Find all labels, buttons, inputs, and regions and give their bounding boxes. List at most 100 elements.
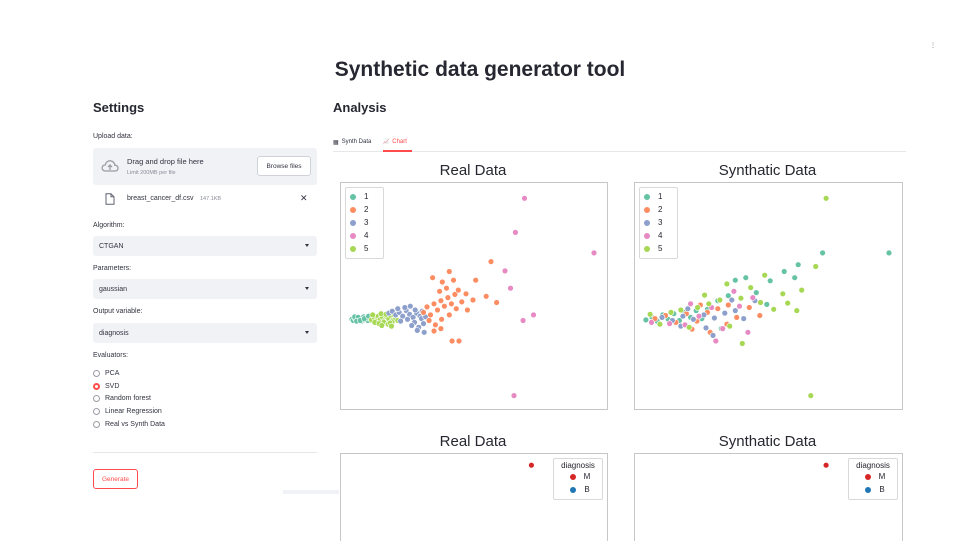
scatter-point-cluster-4 (507, 284, 514, 292)
scatter-point-cluster-2 (446, 311, 453, 319)
parameters-label: Parameters: (93, 265, 132, 272)
scatter-point-cluster-3 (690, 316, 697, 323)
scatter-point-cluster-5 (737, 294, 745, 302)
scatter-point-cluster-3 (414, 327, 421, 334)
scatter-point-cluster-5 (667, 309, 675, 316)
evaluators-label: Evaluators: (93, 352, 129, 359)
legend-item: 5 (640, 242, 677, 255)
dropzone-text: Drag and drop file here (127, 157, 204, 166)
chart-legend: 1 2 3 4 5 (345, 187, 384, 259)
remove-file-icon[interactable]: ✕ (300, 193, 308, 204)
main-menu-icon[interactable]: ⋮ (930, 42, 936, 49)
file-name: breast_cancer_df.csv (127, 195, 194, 202)
scatter-point-cluster-2 (432, 321, 439, 329)
scatter-point-cluster-2 (714, 305, 722, 312)
chevron-down-icon (305, 287, 309, 290)
scatter-point-cluster-1 (781, 268, 788, 275)
scatter-point-cluster-2 (462, 290, 470, 298)
legend-item: 2 (640, 203, 677, 216)
tab-chart[interactable]: 📈 Chart (383, 136, 407, 148)
evaluator-option-random-forest[interactable]: Random forest (93, 392, 151, 404)
scatter-point-cluster-3 (397, 317, 404, 325)
evaluator-option-real-vs-synth[interactable]: Real vs Synth Data (93, 418, 165, 430)
scatter-point-cluster-3 (404, 316, 411, 323)
algorithm-label: Algorithm: (93, 222, 125, 229)
scatter-point-cluster-4 (530, 311, 537, 319)
legend-title: diagnosis (561, 461, 595, 470)
radio-button[interactable] (93, 394, 100, 402)
scatter-point-cluster-3 (658, 314, 666, 321)
radio-button[interactable] (93, 369, 100, 377)
scatter-point-cluster-1 (767, 277, 774, 285)
scatter-point-cluster-5 (770, 306, 777, 313)
legend-title: diagnosis (856, 461, 890, 470)
scatter-point-cluster-2 (472, 276, 479, 284)
scatter-point-cluster-4 (501, 267, 509, 275)
scatter-point-cluster-2 (434, 306, 441, 314)
scatter-point-cluster-1 (763, 301, 771, 308)
chevron-down-icon (305, 331, 309, 334)
scatter-point-cluster-5 (812, 263, 819, 270)
radio-button-selected[interactable] (93, 382, 100, 390)
legend-item: 4 (640, 229, 677, 242)
scatter-point-cluster-1 (885, 249, 893, 257)
tab-bar-divider (333, 151, 906, 152)
scatter-point-cluster-5 (798, 286, 805, 294)
scatter-point-cluster-3 (411, 306, 419, 314)
algorithm-select[interactable]: CTGAN (93, 236, 317, 256)
scatter-point-cluster-5 (793, 307, 801, 314)
legend-item: 4 (346, 229, 383, 242)
scatter-point-cluster-1 (791, 274, 798, 281)
evaluator-option-linear-regression[interactable]: Linear Regression (93, 405, 162, 417)
scatter-point-cluster-4 (648, 319, 655, 326)
scatter-point-cluster-5 (747, 284, 754, 291)
scatter-point-cluster-3 (420, 329, 428, 336)
scatter-point-cluster-2 (425, 317, 433, 324)
scatter-point-cluster-5 (646, 311, 654, 318)
scatter-point-cluster-2 (446, 268, 453, 275)
scatter-point-cluster-2 (455, 337, 463, 345)
scatter-point-cluster-5 (761, 271, 768, 279)
evaluator-option-svd[interactable]: SVD (93, 380, 119, 392)
legend-item: 1 (346, 190, 383, 203)
algorithm-value: CTGAN (99, 242, 124, 250)
scatter-point-cluster-4 (736, 302, 743, 310)
scatter-point-cluster-2 (450, 276, 457, 284)
scatter-point-cluster-3 (394, 305, 401, 312)
table-icon: ▦ (333, 139, 339, 146)
cloud-upload-icon (101, 160, 119, 172)
scatter-point-cluster-2 (437, 297, 445, 304)
scatter-point-cluster-5 (701, 291, 708, 299)
scatter-point-cluster-2 (464, 306, 471, 314)
scatter-point-cluster-2 (436, 288, 443, 295)
settings-heading: Settings (93, 100, 145, 115)
page-title: Synthetic data generator tool (334, 58, 626, 81)
scatter-point-cluster-4 (695, 313, 703, 320)
tab-synth-data[interactable]: ▦ Synth Data (333, 136, 371, 148)
scatter-point-cluster-4 (749, 294, 757, 301)
parameters-select[interactable]: gaussian (93, 279, 317, 299)
scatter-point-cluster-3 (721, 309, 729, 317)
radio-button[interactable] (93, 420, 100, 428)
scatter-point-cluster-2 (423, 303, 431, 311)
scatter-point-cluster-4 (666, 320, 673, 327)
analysis-heading: Analysis (333, 100, 387, 115)
browse-files-button[interactable]: Browse files (257, 156, 311, 176)
output-variable-select[interactable]: diagnosis (93, 323, 317, 343)
scatter-point-cluster-5 (822, 195, 830, 202)
upload-label: Upload data: (93, 133, 133, 140)
scatter-point-cluster-2 (725, 301, 732, 309)
scatter-point-cluster-5 (779, 290, 787, 298)
chart-title: Real Data (439, 162, 507, 179)
tab-label: Chart (392, 139, 407, 145)
generate-button[interactable]: Generate (93, 469, 138, 489)
scatter-point-cluster-4 (687, 300, 694, 308)
scatter-point-cluster-2 (438, 316, 445, 323)
scatter-point-cluster-2 (455, 286, 462, 294)
scatter-point-cluster-2 (746, 304, 753, 311)
tab-label: Synth Data (341, 139, 372, 145)
radio-button[interactable] (93, 407, 100, 415)
output-variable-value: diagnosis (99, 329, 129, 337)
evaluator-option-pca[interactable]: PCA (93, 367, 119, 379)
sidebar-resize-handle[interactable] (283, 490, 339, 494)
